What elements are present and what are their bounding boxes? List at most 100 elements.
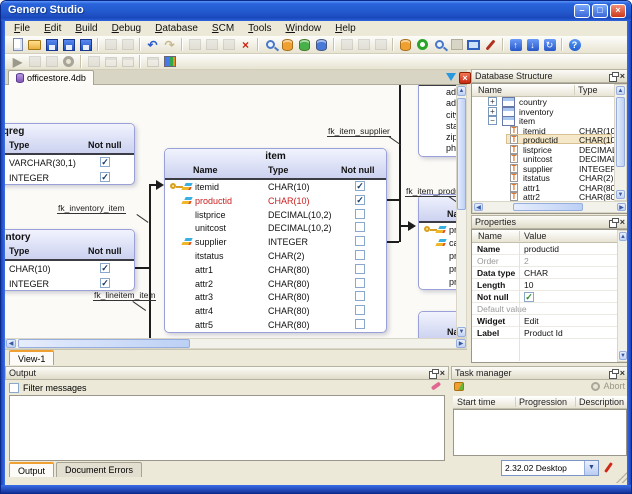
column-row[interactable]: zip — [419, 131, 456, 142]
notnull-checkbox-checked[interactable]: ✓ — [100, 278, 110, 288]
tree-row-attr2[interactable]: Tattr2CHAR(80) — [473, 192, 600, 201]
undo-icon[interactable]: ↶ — [144, 37, 161, 53]
cut-icon[interactable] — [186, 37, 203, 53]
column-row[interactable]: INTEGER✓ — [5, 276, 134, 291]
database-structure-header[interactable]: Database Structure × — [471, 69, 629, 83]
column-row[interactable]: pro — [419, 223, 456, 236]
item-column-row[interactable]: attr5CHAR(80) — [165, 318, 386, 332]
redo-icon[interactable]: ↷ — [161, 37, 178, 53]
column-row[interactable]: pro — [419, 275, 456, 288]
breakpoint-icon[interactable] — [85, 54, 102, 70]
close-panel-icon[interactable]: × — [620, 218, 625, 227]
build-icon[interactable] — [338, 37, 355, 53]
tab-officestore[interactable]: officestore.4db — [8, 70, 94, 85]
fk-inventory-item-label[interactable]: fk_inventory_item — [57, 203, 126, 214]
scroll-down-icon[interactable]: ▼ — [619, 351, 627, 360]
output-text-area[interactable] — [9, 395, 445, 461]
tree-vscroll-thumb[interactable] — [616, 97, 625, 167]
tab-list-dropdown-icon[interactable] — [446, 73, 456, 81]
menu-build[interactable]: Build — [68, 22, 104, 35]
scroll-down-icon[interactable]: ▼ — [616, 190, 625, 199]
item-column-row[interactable]: unitcostDECIMAL(10,2) — [165, 221, 386, 235]
notnull-checkbox[interactable] — [355, 236, 365, 246]
column-row[interactable]: pho — [419, 142, 456, 153]
item-column-row[interactable]: productidCHAR(10)✓ — [165, 194, 386, 208]
close-panel-icon[interactable]: × — [620, 369, 625, 378]
column-row[interactable]: pro — [419, 249, 456, 262]
fk-item-supplier-label[interactable]: fk_item_supplier — [327, 126, 391, 137]
tree-row-country[interactable]: +country — [473, 97, 600, 107]
tree-vscrollbar[interactable]: ▲ ▼ — [614, 84, 627, 201]
tree-column-header[interactable]: Name Type — [472, 84, 628, 97]
float-panel-icon[interactable] — [429, 369, 437, 377]
scroll-down-icon[interactable]: ▼ — [457, 327, 466, 337]
properties-grid[interactable]: NameproductidOrder2Data typeCHARLength10… — [472, 243, 617, 362]
property-row-name[interactable]: Nameproductid — [472, 243, 617, 255]
menu-scm[interactable]: SCM — [205, 22, 241, 35]
notnull-checkbox-checked[interactable]: ✓ — [100, 157, 110, 167]
copy-icon[interactable] — [203, 37, 220, 53]
float-panel-icon[interactable] — [609, 369, 617, 377]
new-window-icon[interactable] — [144, 54, 161, 70]
item-column-row[interactable]: attr2CHAR(80) — [165, 277, 386, 291]
item-column-row[interactable]: attr1CHAR(80) — [165, 263, 386, 277]
db-manage-icon[interactable] — [313, 37, 330, 53]
table-product-partial[interactable]: Nameprocatpropropro — [418, 194, 456, 290]
item-column-row[interactable]: itemidCHAR(10)✓ — [165, 180, 386, 194]
version-selector[interactable]: 2.32.02 Desktop ▼ — [501, 460, 599, 476]
minimize-button[interactable]: – — [574, 4, 590, 18]
table-seqreg[interactable]: seqregNameTypeNot nullVARCHAR(30,1)✓INTE… — [5, 123, 135, 185]
notnull-checkbox-checked[interactable]: ✓ — [100, 172, 110, 182]
column-row[interactable]: sta — [419, 120, 456, 131]
menu-file[interactable]: File — [7, 22, 37, 35]
property-row-not-null[interactable]: Not null✓ — [472, 291, 617, 303]
db-schema-icon[interactable] — [397, 37, 414, 53]
item-column-row[interactable]: attr4CHAR(80) — [165, 304, 386, 318]
close-button[interactable]: × — [610, 4, 626, 18]
save-as-icon[interactable] — [60, 37, 77, 53]
float-panel-icon[interactable] — [609, 72, 617, 80]
debug-icon[interactable] — [26, 54, 43, 70]
cascade-window-icon[interactable] — [102, 54, 119, 70]
print-preview-icon[interactable] — [119, 37, 136, 53]
import-icon[interactable]: ↑ — [507, 37, 524, 53]
column-row[interactable]: city — [419, 109, 456, 120]
abort-button[interactable]: Abort — [591, 381, 625, 391]
diagram-vscrollbar[interactable]: ▲ ▼ — [456, 85, 467, 338]
schema-tree[interactable]: +country+inventory−itemTitemidCHAR(10)Tp… — [472, 97, 614, 201]
debug-attach-icon[interactable] — [448, 37, 465, 53]
property-row-length[interactable]: Length10 — [472, 279, 617, 291]
tree-row-item[interactable]: −item — [473, 116, 600, 126]
notnull-checkbox[interactable] — [355, 319, 365, 329]
column-row[interactable]: INTEGER✓ — [5, 170, 134, 185]
property-row-label[interactable]: LabelProduct Id — [472, 327, 617, 339]
item-column-row[interactable]: supplierINTEGER — [165, 235, 386, 249]
expand-icon[interactable]: + — [488, 107, 497, 116]
column-row[interactable]: CHAR(10)✓ — [5, 261, 134, 276]
editor-close-button[interactable]: × — [459, 72, 471, 84]
export-icon[interactable]: ↓ — [524, 37, 541, 53]
property-row-order[interactable]: Order2 — [472, 255, 617, 267]
profile-icon[interactable] — [43, 54, 60, 70]
menu-database[interactable]: Database — [148, 22, 205, 35]
task-refresh-icon[interactable] — [454, 382, 464, 391]
help-icon[interactable]: ? — [566, 37, 583, 53]
notnull-checkbox[interactable] — [355, 291, 365, 301]
item-column-row[interactable]: attr3CHAR(80) — [165, 290, 386, 304]
task-list-area[interactable] — [453, 409, 627, 456]
column-row[interactable]: pro — [419, 262, 456, 275]
property-row-widget[interactable]: WidgetEdit — [472, 315, 617, 327]
table-inventory[interactable]: inventoryNameTypeNot nullCHAR(10)✓INTEGE… — [5, 229, 135, 291]
filter-messages-checkbox[interactable] — [9, 383, 19, 393]
tab-document-errors[interactable]: Document Errors — [56, 462, 142, 477]
notnull-checkbox-checked[interactable]: ✓ — [355, 181, 365, 191]
clear-output-icon[interactable] — [431, 381, 441, 390]
tab-output[interactable]: Output — [9, 462, 54, 477]
menu-tools[interactable]: Tools — [241, 22, 278, 35]
property-checkbox-checked[interactable]: ✓ — [524, 292, 534, 302]
zoom-icon[interactable] — [431, 37, 448, 53]
fk-item-product-label[interactable]: fk_item_product — [405, 186, 456, 197]
notnull-checkbox-checked[interactable]: ✓ — [355, 195, 365, 205]
db-extract-icon[interactable] — [279, 37, 296, 53]
scroll-up-icon[interactable]: ▲ — [619, 232, 627, 241]
